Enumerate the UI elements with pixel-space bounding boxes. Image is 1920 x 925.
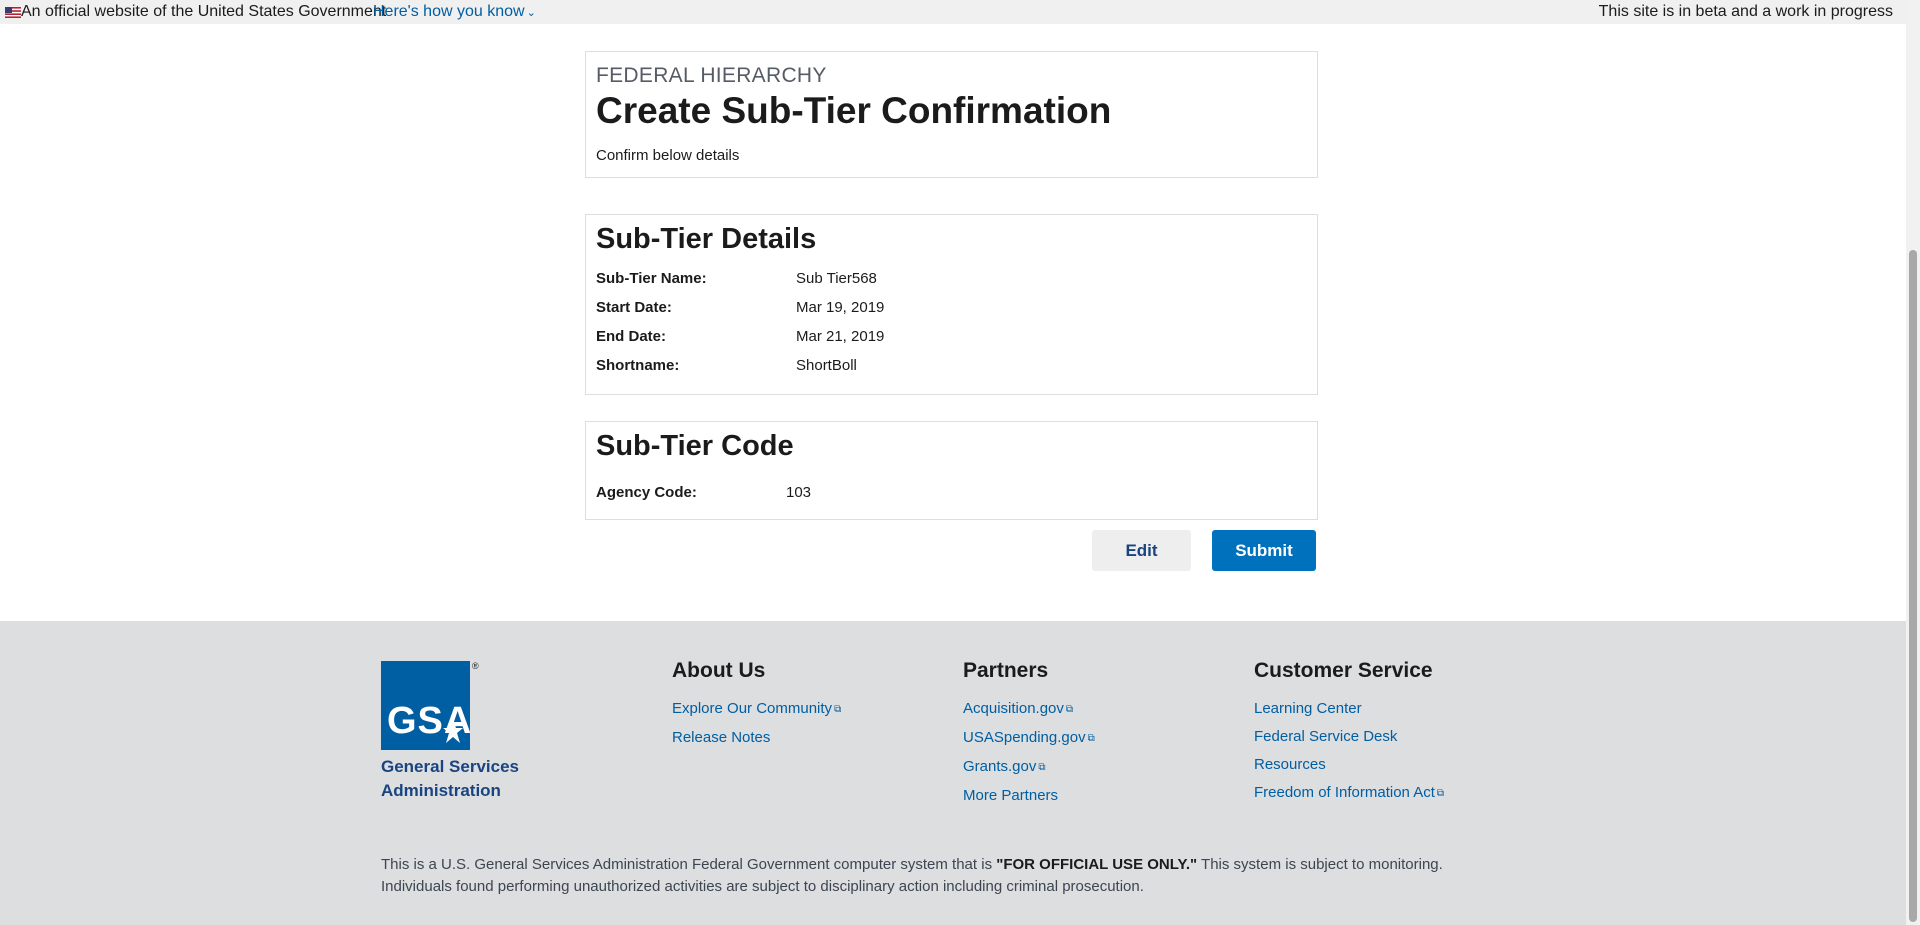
foia-link[interactable]: Freedom of Information Act ⧉ [1254, 779, 1444, 808]
about-heading: About Us [672, 659, 766, 682]
usaspending-gov-link[interactable]: USASpending.gov ⧉ [963, 724, 1095, 753]
partners-heading: Partners [963, 659, 1049, 682]
sub-tier-code-card: Sub-Tier Code Agency Code: 103 [585, 421, 1318, 520]
footer-disclaimer: This is a U.S. General Services Administ… [381, 854, 1501, 898]
registered-mark: ® [472, 661, 479, 671]
external-link-icon: ⧉ [1038, 762, 1046, 773]
detail-label: Shortname: [596, 357, 680, 374]
detail-value: Mar 19, 2019 [796, 299, 885, 316]
link-label: Acquisition.gov [963, 700, 1064, 717]
explore-community-link[interactable]: Explore Our Community ⧉ [672, 695, 841, 724]
grants-gov-link[interactable]: Grants.gov ⧉ [963, 753, 1095, 782]
code-heading: Sub-Tier Code [596, 430, 794, 462]
heres-how-you-know-label: Here's how you know [373, 3, 525, 20]
link-label: Explore Our Community [672, 700, 833, 717]
external-link-icon: ⧉ [1065, 704, 1074, 715]
heres-how-you-know-link[interactable]: Here's how you know ⌄ [373, 0, 536, 25]
page-subtitle: Confirm below details [596, 147, 740, 164]
disclaimer-emphasis: "FOR OFFICIAL USE ONLY." [996, 856, 1198, 873]
star-icon [443, 719, 463, 743]
page-scrollbar[interactable] [1906, 0, 1920, 925]
detail-value: ShortBoll [796, 357, 857, 374]
footer-column-partners: Partners Acquisition.gov ⧉ USASpending.go… [963, 657, 1095, 810]
header-card: FEDERAL HIERARCHY Create Sub-Tier Confir… [585, 51, 1318, 178]
agency-code-value: 103 [786, 484, 812, 501]
chevron-down-icon: ⌄ [526, 7, 536, 19]
link-label: Resources [1254, 756, 1326, 773]
official-website-text: An official website of the United States… [21, 3, 387, 20]
link-label: Release Notes [672, 729, 771, 746]
link-label: Grants.gov [963, 758, 1037, 775]
edit-button[interactable]: Edit [1092, 530, 1191, 571]
detail-label: Sub-Tier Name: [596, 270, 707, 287]
gov-banner: An official website of the United States… [0, 0, 1906, 24]
detail-value: Mar 21, 2019 [796, 328, 885, 345]
link-label: Federal Service Desk [1254, 728, 1398, 745]
us-flag-icon [5, 7, 21, 18]
more-partners-link[interactable]: More Partners [963, 782, 1095, 810]
footer-column-customer-service: Customer Service Learning Center Federal… [1254, 657, 1444, 808]
gsa-org-name[interactable]: General Services Administration [381, 755, 541, 803]
external-link-icon: ⧉ [834, 704, 842, 715]
site-footer: GSA ® General Services Administration Ab… [0, 621, 1906, 925]
external-link-icon: ⧉ [1436, 788, 1445, 799]
scrollbar-thumb[interactable] [1909, 250, 1917, 922]
acquisition-gov-link[interactable]: Acquisition.gov ⧉ [963, 695, 1095, 724]
detail-label: Start Date: [596, 299, 672, 316]
federal-service-desk-link[interactable]: Federal Service Desk [1254, 723, 1444, 751]
link-label: More Partners [963, 787, 1059, 804]
detail-label: End Date: [596, 328, 667, 345]
detail-value: Sub Tier568 [796, 270, 877, 287]
customer-service-heading: Customer Service [1254, 659, 1433, 682]
external-link-icon: ⧉ [1087, 733, 1095, 744]
submit-button[interactable]: Submit [1212, 530, 1316, 571]
details-heading: Sub-Tier Details [596, 223, 817, 255]
page-title: Create Sub-Tier Confirmation [596, 90, 1112, 131]
resources-link[interactable]: Resources [1254, 751, 1444, 779]
gsa-logo[interactable]: GSA [381, 661, 471, 750]
page-eyebrow: FEDERAL HIERARCHY [596, 64, 827, 87]
release-notes-link[interactable]: Release Notes [672, 724, 841, 752]
agency-code-label: Agency Code: [596, 484, 697, 501]
link-label: Learning Center [1254, 700, 1362, 717]
learning-center-link[interactable]: Learning Center [1254, 695, 1444, 723]
footer-column-about: About Us Explore Our Community ⧉ Release … [672, 657, 841, 752]
sub-tier-details-card: Sub-Tier Details Sub-Tier Name: Sub Tier… [585, 214, 1318, 395]
link-label: USASpending.gov [963, 729, 1086, 746]
beta-notice: This site is in beta and a work in progr… [1598, 3, 1893, 20]
link-label: Freedom of Information Act [1254, 784, 1435, 801]
disclaimer-text: This is a U.S. General Services Administ… [381, 856, 997, 873]
